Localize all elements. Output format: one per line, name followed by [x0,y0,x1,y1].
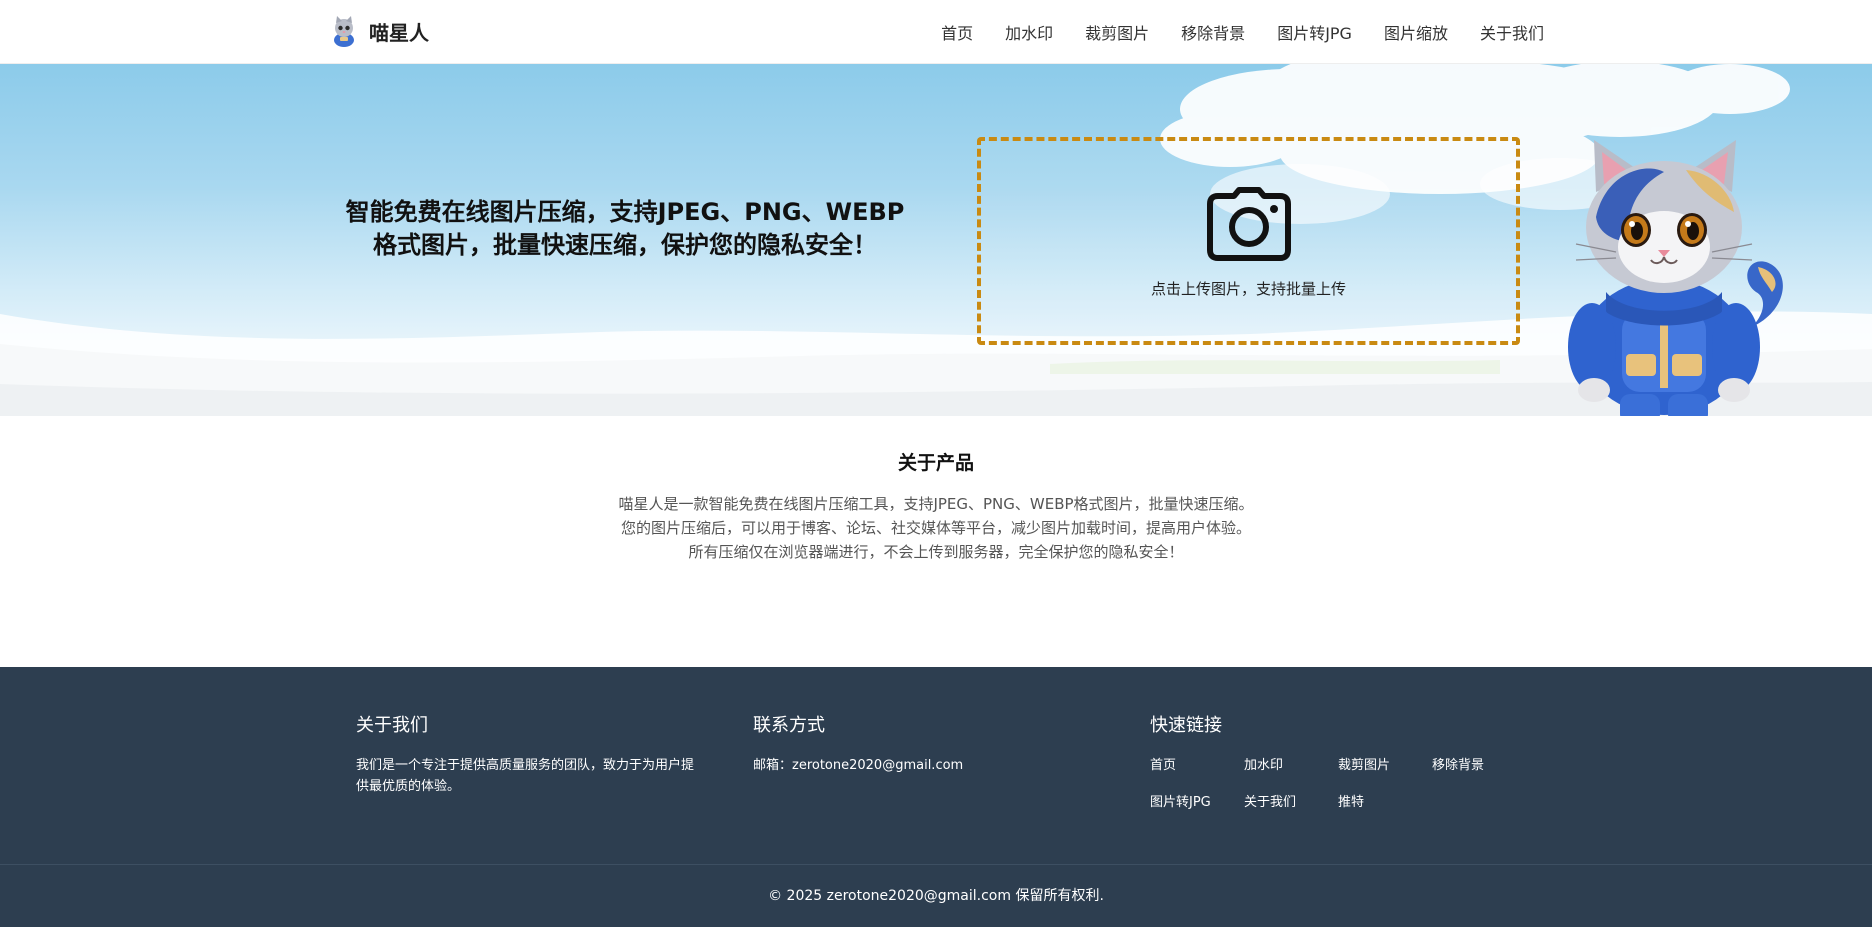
hero-title: 智能免费在线图片压缩，支持JPEG、PNG、WEBP 格式图片，批量快速压缩，保… [340,196,910,262]
nav-remove-background[interactable]: 移除背景 [1181,20,1245,44]
nav-about-us[interactable]: 关于我们 [1480,20,1544,44]
cat-mascot-illustration [1568,140,1783,416]
footer-quick-links-title: 快速链接 [1150,715,1222,736]
footer-quick-links: 首页 加水印 裁剪图片 移除背景 图片转JPG 关于我们 推特 [1150,755,1530,813]
hero-banner: 智能免费在线图片压缩，支持JPEG、PNG、WEBP 格式图片，批量快速压缩，保… [0,64,1872,416]
footer-link-home[interactable]: 首页 [1150,755,1244,776]
upload-dropzone[interactable]: 点击上传图片，支持批量上传 [977,137,1520,345]
nav-resize[interactable]: 图片缩放 [1384,20,1448,44]
footer-contact-column: 联系方式 邮箱：zerotone2020@gmail.com [753,711,1113,776]
footer-link-to-jpg[interactable]: 图片转JPG [1150,792,1244,813]
about-line-3: 所有压缩仅在浏览器端进行，不会上传到服务器，完全保护您的隐私安全！ [688,543,1184,561]
about-product-description: 喵星人是一款智能免费在线图片压缩工具，支持JPEG、PNG、WEBP格式图片，批… [0,492,1872,564]
footer-about-text-line-2: 供最优质的体验。 [356,779,461,794]
hero-title-line-1: 智能免费在线图片压缩，支持JPEG、PNG、WEBP [345,198,905,226]
about-product-title: 关于产品 [897,452,974,474]
footer-about-title: 关于我们 [356,715,428,736]
upload-hint: 点击上传图片，支持批量上传 [1150,279,1346,298]
about-line-1: 喵星人是一款智能免费在线图片压缩工具，支持JPEG、PNG、WEBP格式图片，批… [618,495,1254,513]
logo[interactable]: 喵星人 [327,14,429,48]
cat-logo-icon [334,16,354,47]
about-product-section: 关于产品 喵星人是一款智能免费在线图片压缩工具，支持JPEG、PNG、WEBP格… [0,416,1872,667]
footer-link-about-us[interactable]: 关于我们 [1244,792,1338,813]
site-header: 喵星人 首页 加水印 裁剪图片 移除背景 图片转JPG 图片缩放 关于我们 [0,0,1872,64]
footer-quick-links-column: 快速链接 首页 加水印 裁剪图片 移除背景 图片转JPG 关于我们 推特 [1150,711,1530,813]
footer-link-watermark[interactable]: 加水印 [1244,755,1338,776]
footer-copyright: © 2025 zerotone2020@gmail.com 保留所有权利. [768,888,1104,904]
footer-about-column: 关于我们 我们是一个专注于提供高质量服务的团队，致力于为用户提 供最优质的体验。 [356,711,726,797]
hero-title-line-2: 格式图片，批量快速压缩，保护您的隐私安全！ [373,231,877,259]
site-footer: 关于我们 我们是一个专注于提供高质量服务的团队，致力于为用户提 供最优质的体验。… [0,667,1872,927]
main-nav: 首页 加水印 裁剪图片 移除背景 图片转JPG 图片缩放 关于我们 [941,0,1544,64]
footer-link-twitter[interactable]: 推特 [1338,792,1432,813]
footer-about-text-line-1: 我们是一个专注于提供高质量服务的团队，致力于为用户提 [356,758,695,773]
footer-divider [0,864,1872,865]
nav-watermark[interactable]: 加水印 [1005,20,1053,44]
logo-text: 喵星人 [369,20,429,45]
footer-contact-email[interactable]: 邮箱：zerotone2020@gmail.com [753,755,1113,776]
footer-link-remove-background[interactable]: 移除背景 [1432,755,1526,776]
nav-crop[interactable]: 裁剪图片 [1085,20,1149,44]
footer-contact-title: 联系方式 [753,715,825,736]
about-line-2: 您的图片压缩后，可以用于博客、论坛、社交媒体等平台，减少图片加载时间，提高用户体… [620,519,1251,537]
nav-home[interactable]: 首页 [941,20,973,44]
nav-to-jpg[interactable]: 图片转JPG [1277,20,1352,44]
camera-icon [1206,186,1291,261]
footer-link-crop[interactable]: 裁剪图片 [1338,755,1432,776]
footer-about-text: 我们是一个专注于提供高质量服务的团队，致力于为用户提 供最优质的体验。 [356,755,726,797]
